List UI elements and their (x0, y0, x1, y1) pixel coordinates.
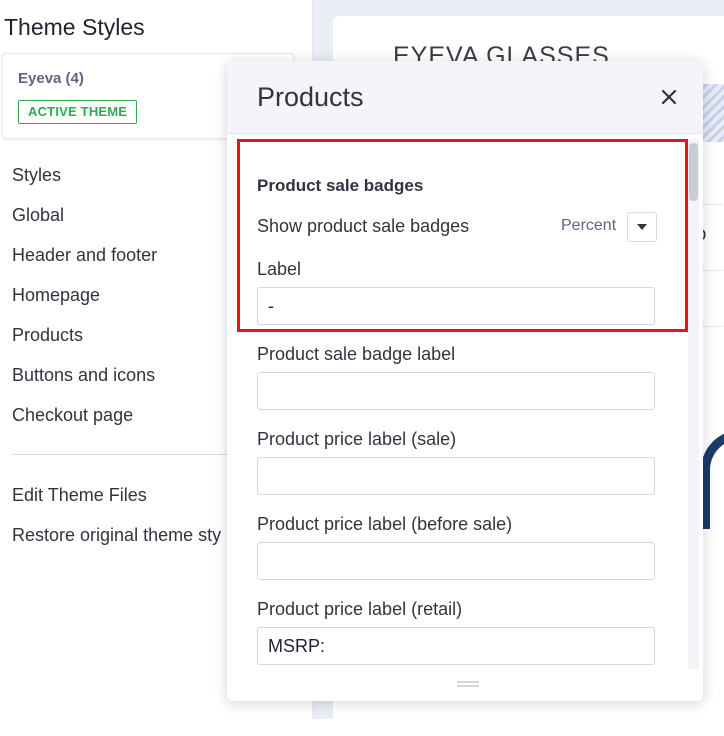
sidebar-item-edit-theme-files[interactable]: Edit Theme Files (12, 485, 147, 506)
price-label-sale-input[interactable] (257, 457, 655, 495)
drag-handle-icon[interactable] (457, 681, 479, 687)
sidebar-item-restore-original-theme-styles[interactable]: Restore original theme sty (12, 525, 221, 546)
sidebar-item-buttons-and-icons[interactable]: Buttons and icons (12, 365, 155, 386)
close-button[interactable] (655, 83, 683, 111)
show-sale-badges-dropdown[interactable] (627, 212, 657, 242)
modal-title: Products (257, 82, 364, 112)
sidebar-divider (12, 454, 240, 455)
theme-name: Eyeva (4) (18, 70, 84, 87)
price-label-retail-input[interactable] (257, 627, 655, 665)
caret-down-icon (637, 224, 647, 230)
products-modal: Products Product sale badges Show produc… (227, 61, 703, 701)
sidebar-item-checkout-page[interactable]: Checkout page (12, 405, 133, 426)
price-label-sale-field-label: Product price label (sale) (257, 429, 457, 449)
sidebar-item-header-and-footer[interactable]: Header and footer (12, 245, 157, 266)
show-sale-badges-label: Show product sale badges (257, 216, 470, 236)
sale-badge-label-field-label: Product sale badge label (257, 344, 456, 364)
modal-scrollbar[interactable] (688, 139, 699, 669)
show-sale-badges-value[interactable]: Percent (561, 217, 616, 235)
modal-header: Products (227, 61, 703, 134)
sidebar-item-homepage[interactable]: Homepage (12, 285, 100, 306)
sidebar-item-products[interactable]: Products (12, 325, 83, 346)
price-label-retail-field-label: Product price label (retail) (257, 599, 463, 619)
label-input[interactable] (257, 287, 655, 325)
sidebar-item-global[interactable]: Global (12, 205, 64, 226)
close-icon (661, 89, 677, 105)
modal-scrollbar-thumb[interactable] (689, 143, 698, 201)
label-field-label: Label (257, 259, 302, 279)
sale-badge-label-input[interactable] (257, 372, 655, 410)
price-label-before-sale-input[interactable] (257, 542, 655, 580)
active-theme-badge: ACTIVE THEME (18, 100, 138, 124)
sidebar-title: Theme Styles (4, 14, 145, 40)
sidebar-item-styles[interactable]: Styles (12, 165, 61, 186)
section-title-product-sale-badges: Product sale badges (257, 176, 424, 195)
price-label-before-sale-field-label: Product price label (before sale) (257, 514, 513, 534)
